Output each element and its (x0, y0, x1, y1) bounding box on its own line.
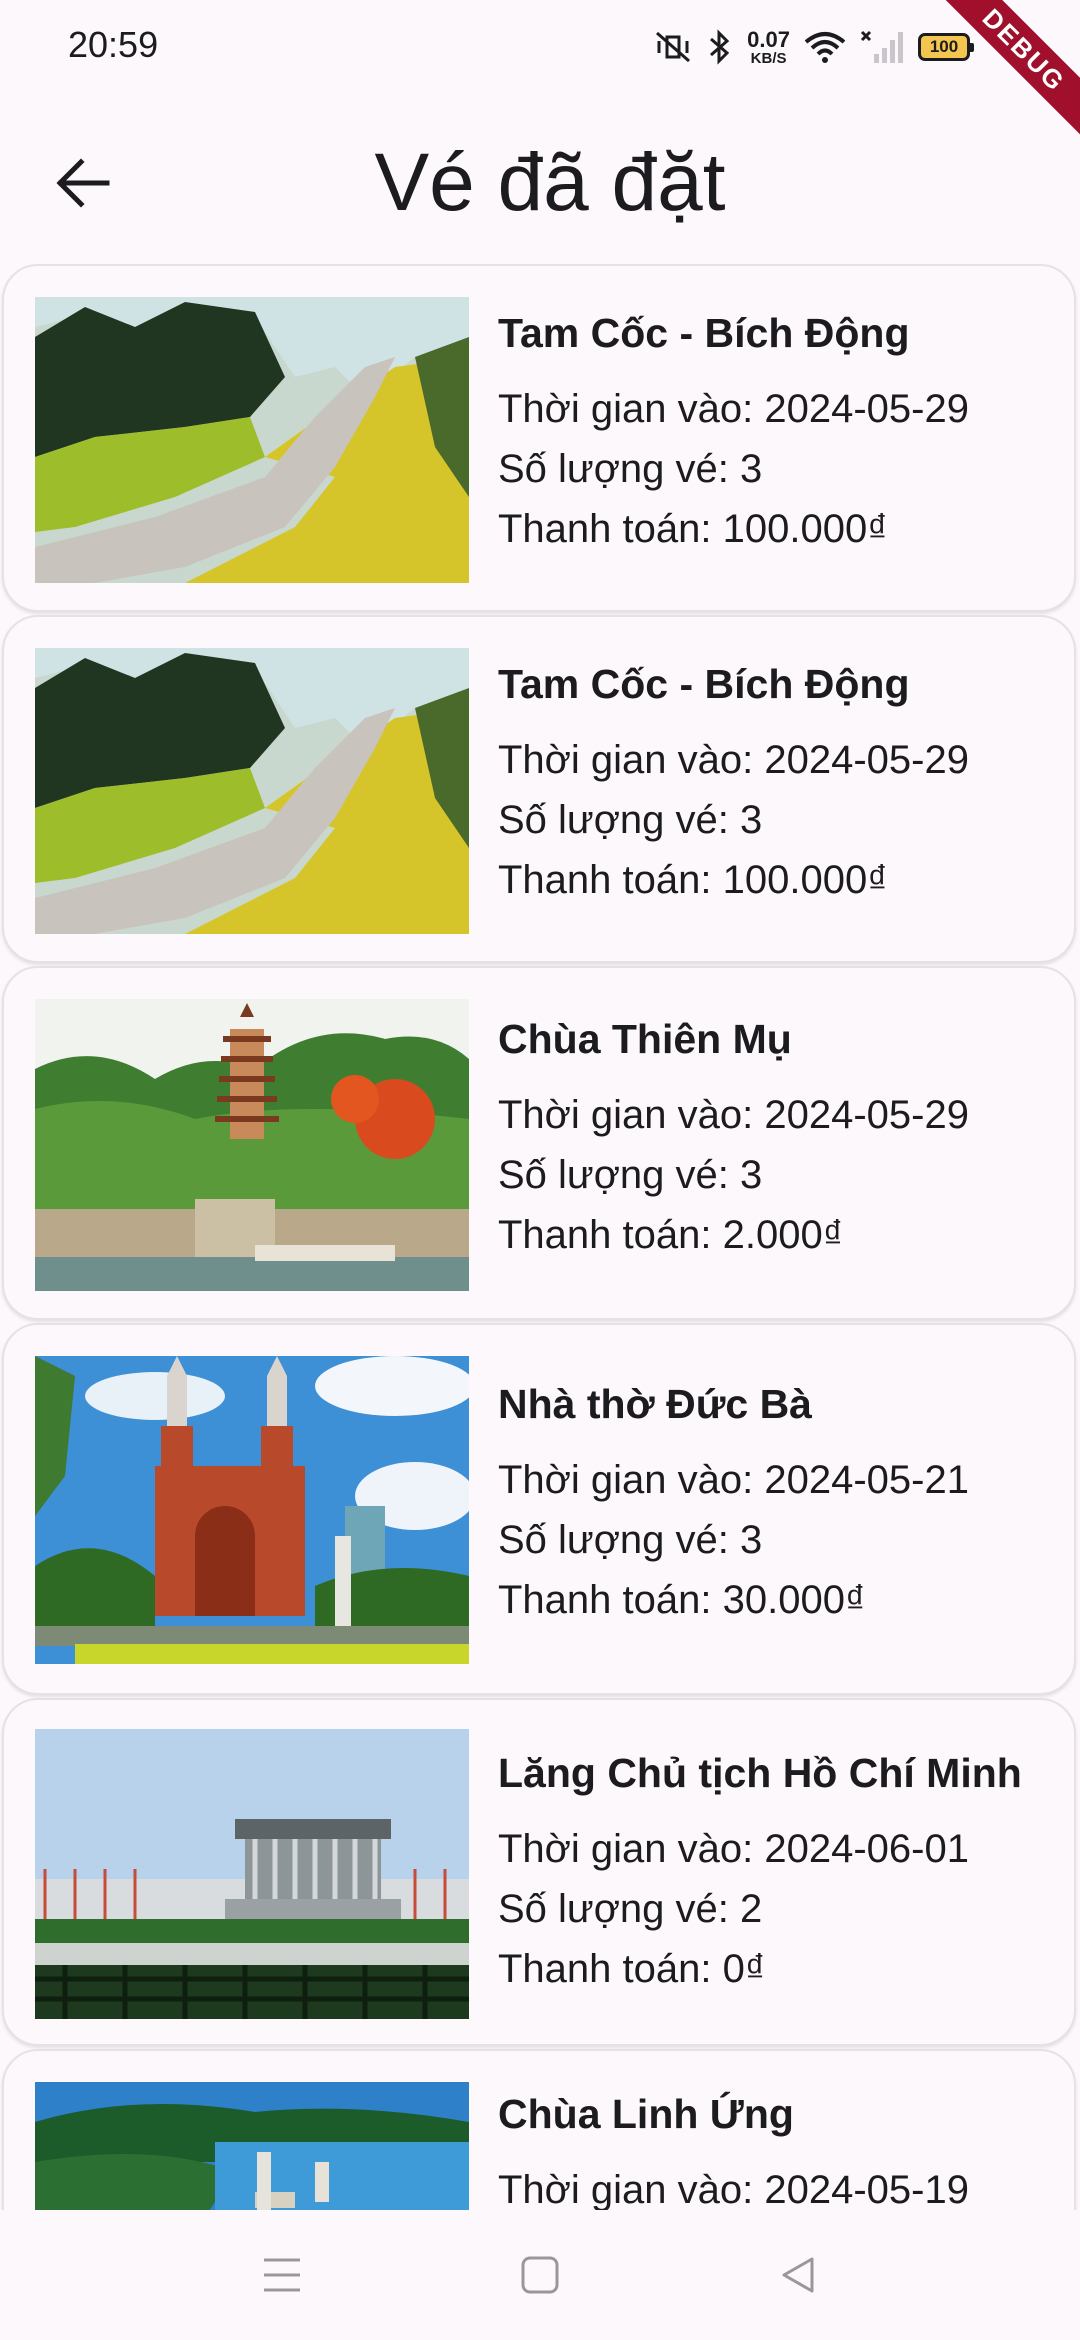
home-square-icon (521, 2256, 559, 2294)
ticket-entry-date: Thời gian vào: 2024-05-29 (498, 738, 969, 782)
ticket-payment: Thanh toán: 100.000₫ (498, 858, 888, 902)
signal-icon (860, 30, 903, 63)
ticket-payment: Thanh toán: 0₫ (498, 1947, 766, 1991)
ticket-card[interactable]: Tam Cốc - Bích Động Thời gian vào: 2024-… (2, 264, 1076, 612)
ticket-quantity: Số lượng vé: 3 (498, 798, 763, 842)
recent-apps-button[interactable] (252, 2245, 312, 2305)
ticket-info: Chùa Linh Ứng Thời gian vào: 2024-05-19 (498, 2091, 1054, 2210)
home-button[interactable] (510, 2245, 570, 2305)
ticket-info: Chùa Thiên Mụ Thời gian vào: 2024-05-29 … (498, 1016, 1054, 1265)
ticket-name: Tam Cốc - Bích Động (498, 310, 910, 356)
battery-level: 100 (929, 37, 959, 56)
ticket-image (35, 297, 469, 583)
status-time: 20:59 (68, 24, 159, 65)
menu-icon (264, 2258, 300, 2292)
ticket-payment: Thanh toán: 2.000₫ (498, 1213, 844, 1257)
app-bar: Vé đã đặt (0, 110, 1080, 250)
ticket-info: Nhà thờ Đức Bà Thời gian vào: 2024-05-21… (498, 1381, 1054, 1630)
ticket-payment: Thanh toán: 30.000₫ (498, 1578, 866, 1622)
net-speed-value: 0.07 (747, 26, 790, 52)
ticket-entry-date: Thời gian vào: 2024-05-21 (498, 1458, 969, 1502)
wifi-icon (804, 32, 846, 63)
ticket-card[interactable]: Tam Cốc - Bích Động Thời gian vào: 2024-… (2, 615, 1076, 963)
ticket-image (35, 999, 469, 1291)
bluetooth-icon (710, 29, 730, 65)
ticket-quantity: Số lượng vé: 3 (498, 1518, 763, 1562)
ticket-info: Tam Cốc - Bích Động Thời gian vào: 2024-… (498, 661, 1054, 910)
network-speed: 0.07 KB/S (747, 26, 790, 67)
battery-icon: 100 (918, 33, 974, 61)
vibrate-mute-icon (656, 31, 691, 63)
ticket-card[interactable]: Nhà thờ Đức Bà Thời gian vào: 2024-05-21… (2, 1323, 1076, 1695)
net-speed-unit: KB/S (750, 49, 787, 67)
ticket-card[interactable]: Chùa Thiên Mụ Thời gian vào: 2024-05-29 … (2, 966, 1076, 1320)
ticket-list[interactable]: Tam Cốc - Bích Động Thời gian vào: 2024-… (0, 264, 1080, 2210)
ticket-name: Lăng Chủ tịch Hồ Chí Minh (498, 1750, 1022, 1796)
system-back-button[interactable] (768, 2245, 828, 2305)
status-bar: 20:59 0.07 KB/S 100 DEBUG (0, 0, 1080, 135)
ticket-info: Lăng Chủ tịch Hồ Chí Minh Thời gian vào:… (498, 1750, 1054, 1999)
ticket-image (35, 1729, 469, 2019)
back-triangle-icon (782, 2257, 814, 2293)
ticket-image (35, 1356, 469, 1664)
ticket-name: Chùa Thiên Mụ (498, 1016, 792, 1062)
system-nav-bar (0, 2210, 1080, 2340)
ticket-image (35, 2082, 469, 2210)
ticket-name: Tam Cốc - Bích Động (498, 661, 910, 707)
page-title: Vé đã đặt (374, 137, 726, 228)
ticket-quantity: Số lượng vé: 3 (498, 447, 763, 491)
ticket-quantity: Số lượng vé: 3 (498, 1153, 763, 1197)
ticket-card[interactable]: Chùa Linh Ứng Thời gian vào: 2024-05-19 (2, 2049, 1076, 2210)
status-icons: 0.07 KB/S 100 (653, 22, 974, 72)
ticket-image (35, 648, 469, 934)
ticket-entry-date: Thời gian vào: 2024-06-01 (498, 1827, 969, 1871)
ticket-payment: Thanh toán: 100.000₫ (498, 507, 888, 551)
ticket-quantity: Số lượng vé: 2 (498, 1887, 763, 1931)
ticket-entry-date: Thời gian vào: 2024-05-29 (498, 387, 969, 431)
ticket-card[interactable]: Lăng Chủ tịch Hồ Chí Minh Thời gian vào:… (2, 1698, 1076, 2046)
ticket-info: Tam Cốc - Bích Động Thời gian vào: 2024-… (498, 310, 1054, 559)
ticket-name: Nhà thờ Đức Bà (498, 1381, 812, 1427)
ticket-entry-date: Thời gian vào: 2024-05-19 (498, 2168, 969, 2210)
ticket-name: Chùa Linh Ứng (498, 2091, 794, 2137)
ticket-entry-date: Thời gian vào: 2024-05-29 (498, 1093, 969, 1137)
